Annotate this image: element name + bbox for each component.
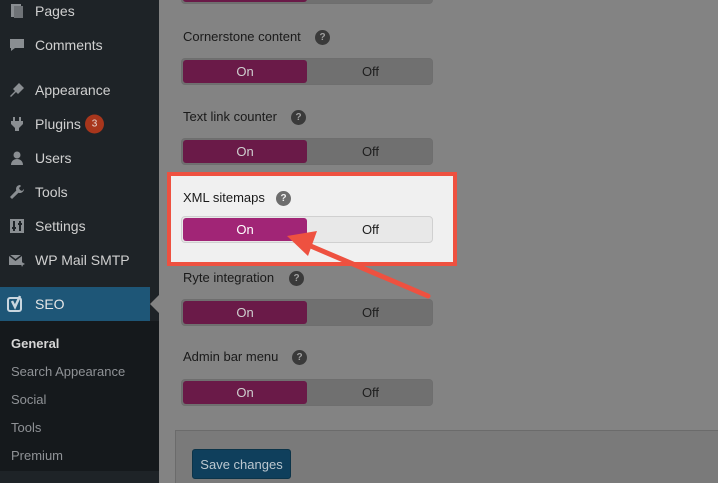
sidebar-item-appearance[interactable]: Appearance [0, 73, 159, 107]
toggle-off-option[interactable]: Off [308, 59, 432, 84]
help-icon[interactable]: ? [289, 271, 304, 286]
mail-icon [8, 251, 26, 269]
pages-icon [8, 2, 26, 20]
help-icon[interactable]: ? [276, 191, 291, 206]
sidebar-item-label: Plugins [35, 116, 81, 132]
yoast-icon [6, 295, 26, 315]
sidebar-item-tools[interactable]: Tools [0, 175, 159, 209]
submenu-item-general[interactable]: General [11, 336, 59, 351]
save-bar: Save changes [175, 430, 718, 483]
help-icon[interactable]: ? [315, 30, 330, 45]
toggle-xml-sitemaps[interactable]: On Off [181, 216, 433, 243]
sidebar-item-label: Comments [35, 37, 103, 53]
sidebar-item-settings[interactable]: Settings [0, 209, 159, 243]
sidebar-item-label: SEO [35, 296, 65, 312]
toggle-on-option[interactable]: On [183, 381, 307, 404]
toggle-admin-bar-menu[interactable]: On Off [181, 379, 433, 406]
toggle-off-option[interactable]: Off [308, 380, 432, 405]
seo-submenu: General Search Appearance Social Tools P… [0, 321, 159, 471]
highlight-box: XML sitemaps ? On Off [167, 172, 457, 266]
sidebar-item-wp-mail-smtp[interactable]: WP Mail SMTP [0, 243, 159, 277]
sidebar-item-label: Pages [35, 3, 75, 19]
sidebar-item-plugins[interactable]: Plugins 3 [0, 107, 159, 141]
toggle-on-option[interactable]: On [183, 218, 307, 241]
submenu-item-tools[interactable]: Tools [11, 420, 41, 435]
save-changes-button[interactable]: Save changes [192, 449, 291, 479]
sidebar-item-users[interactable]: Users [0, 141, 159, 175]
toggle-off-option[interactable]: Off [308, 139, 432, 164]
tools-icon [8, 183, 26, 201]
active-menu-pointer [150, 295, 159, 313]
plugins-update-badge: 3 [85, 114, 104, 134]
sidebar-item-label: Appearance [35, 82, 111, 98]
toggle-on-option[interactable] [183, 0, 307, 2]
settings-icon [8, 217, 26, 235]
sidebar-item-label: Settings [35, 218, 86, 234]
toggle-on-option[interactable]: On [183, 60, 307, 83]
users-icon [8, 149, 26, 167]
setting-label-cornerstone: Cornerstone content [183, 29, 301, 44]
help-icon[interactable]: ? [291, 110, 306, 125]
toggle-cornerstone[interactable]: On Off [181, 58, 433, 85]
sidebar-item-label: WP Mail SMTP [35, 252, 130, 268]
toggle-on-option[interactable]: On [183, 301, 307, 324]
submenu-item-social[interactable]: Social [11, 392, 46, 407]
sidebar-item-label: Tools [35, 184, 68, 200]
sidebar-item-comments[interactable]: Comments [0, 28, 159, 62]
help-icon[interactable]: ? [292, 350, 307, 365]
toggle-ryte[interactable]: On Off [181, 299, 433, 326]
sidebar-item-pages[interactable]: Pages [0, 0, 159, 28]
setting-label-xml-sitemaps: XML sitemaps [183, 190, 265, 205]
setting-label-admin-bar-menu: Admin bar menu [183, 349, 279, 364]
plugins-icon [8, 115, 26, 133]
toggle-on-option[interactable]: On [183, 140, 307, 163]
setting-label-text-link-counter: Text link counter [183, 109, 277, 124]
toggle-off-option[interactable]: Off [308, 217, 432, 242]
submenu-item-search-appearance[interactable]: Search Appearance [11, 364, 125, 379]
comments-icon [8, 36, 26, 54]
toggle-off-option[interactable] [308, 0, 432, 3]
setting-label-ryte: Ryte integration [183, 270, 275, 285]
sidebar-item-seo[interactable]: SEO [0, 287, 150, 321]
toggle-text-link-counter[interactable]: On Off [181, 138, 433, 165]
sidebar-item-label: Users [35, 150, 72, 166]
submenu-item-premium[interactable]: Premium [11, 448, 63, 463]
partial-toggle[interactable] [181, 0, 433, 4]
toggle-off-option[interactable]: Off [308, 300, 432, 325]
appearance-icon [8, 81, 26, 99]
admin-sidebar: Pages Comments Appearance Plugins 3 User… [0, 0, 159, 483]
